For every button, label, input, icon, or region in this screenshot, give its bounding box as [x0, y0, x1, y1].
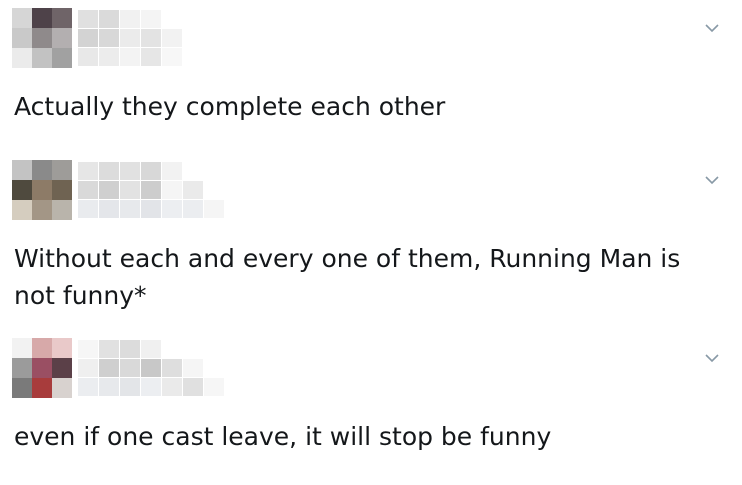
name-pixel: [99, 200, 119, 218]
avatar-pixel: [52, 378, 72, 398]
avatar-pixel: [52, 180, 72, 200]
name-pixel: [120, 29, 140, 47]
reply-text: Without each and every one of them, Runn…: [14, 244, 681, 310]
avatar-pixel: [12, 8, 32, 28]
name-pixel: [99, 181, 119, 199]
avatar-pixel: [52, 28, 72, 48]
name-pixel: [141, 29, 161, 47]
avatar-pixel: [12, 160, 32, 180]
name-pixel: [162, 340, 182, 358]
name-pixel: [162, 29, 182, 47]
name-pixel: [120, 378, 140, 396]
avatar-pixel: [52, 48, 72, 68]
avatar-pixel: [12, 200, 32, 220]
name-pixel: [78, 48, 98, 66]
avatar[interactable]: [12, 338, 72, 398]
name-pixel: [120, 340, 140, 358]
chevron-down-icon[interactable]: [704, 350, 720, 366]
blurred-username[interactable]: [78, 10, 182, 66]
avatar-pixel: [12, 48, 32, 68]
name-pixel: [141, 378, 161, 396]
name-pixel: [162, 200, 182, 218]
avatar-pixel: [12, 378, 32, 398]
avatar-pixel: [52, 200, 72, 220]
name-pixel: [162, 10, 182, 28]
name-pixel: [204, 378, 224, 396]
name-pixel: [183, 359, 203, 377]
name-pixel: [120, 200, 140, 218]
avatar-pixel: [32, 160, 52, 180]
reply-feed: Actually they complete each other Withou…: [0, 0, 742, 485]
avatar-pixel: [12, 180, 32, 200]
avatar-pixel: [32, 8, 52, 28]
name-pixel: [141, 200, 161, 218]
avatar[interactable]: [12, 8, 72, 68]
blurred-username[interactable]: [78, 162, 228, 218]
avatar-pixel: [32, 28, 52, 48]
name-pixel: [141, 359, 161, 377]
avatar-pixel: [12, 28, 32, 48]
name-pixel: [141, 181, 161, 199]
name-pixel: [99, 29, 119, 47]
name-pixel: [183, 340, 203, 358]
name-pixel: [141, 10, 161, 28]
name-pixel: [204, 162, 224, 180]
chevron-down-icon[interactable]: [704, 20, 720, 36]
name-pixel: [99, 10, 119, 28]
blurred-username[interactable]: [78, 340, 224, 396]
avatar-pixel: [32, 200, 52, 220]
reply-text: Actually they complete each other: [14, 92, 446, 121]
avatar-pixel: [32, 48, 52, 68]
name-pixel: [99, 48, 119, 66]
avatar-pixel: [32, 378, 52, 398]
name-pixel: [120, 162, 140, 180]
avatar-pixel: [12, 338, 32, 358]
reply-text: even if one cast leave, it will stop be …: [14, 422, 552, 451]
name-pixel: [78, 162, 98, 180]
name-pixel: [120, 48, 140, 66]
name-pixel: [162, 359, 182, 377]
name-pixel: [141, 340, 161, 358]
name-pixel: [162, 48, 182, 66]
name-pixel: [78, 200, 98, 218]
name-pixel: [120, 10, 140, 28]
name-pixel: [204, 340, 224, 358]
avatar-pixel: [32, 180, 52, 200]
name-pixel: [162, 162, 182, 180]
avatar-pixel: [32, 358, 52, 378]
avatar-pixel: [32, 338, 52, 358]
name-pixel: [183, 181, 203, 199]
avatar-pixel: [52, 358, 72, 378]
name-pixel: [183, 378, 203, 396]
name-pixel: [141, 162, 161, 180]
name-pixel: [204, 200, 224, 218]
chevron-down-icon[interactable]: [704, 172, 720, 188]
name-pixel: [78, 340, 98, 358]
name-pixel: [78, 10, 98, 28]
name-pixel: [141, 48, 161, 66]
name-pixel: [99, 359, 119, 377]
avatar[interactable]: [12, 160, 72, 220]
name-pixel: [162, 378, 182, 396]
name-pixel: [204, 359, 224, 377]
name-pixel: [99, 162, 119, 180]
name-pixel: [78, 378, 98, 396]
name-pixel: [99, 340, 119, 358]
name-pixel: [78, 29, 98, 47]
name-pixel: [120, 359, 140, 377]
avatar-pixel: [52, 338, 72, 358]
avatar-pixel: [52, 8, 72, 28]
name-pixel: [183, 162, 203, 180]
name-pixel: [99, 378, 119, 396]
name-pixel: [204, 181, 224, 199]
name-pixel: [78, 359, 98, 377]
name-pixel: [162, 181, 182, 199]
avatar-pixel: [52, 160, 72, 180]
avatar-pixel: [12, 358, 32, 378]
name-pixel: [183, 200, 203, 218]
name-pixel: [78, 181, 98, 199]
name-pixel: [120, 181, 140, 199]
